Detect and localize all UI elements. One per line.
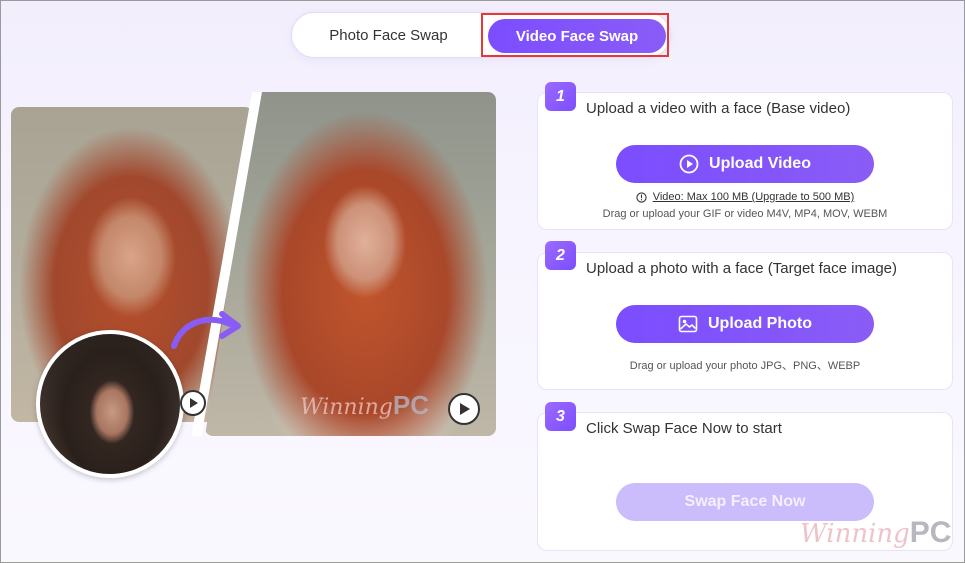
step-number-badge: 2: [545, 241, 576, 270]
info-circle-icon: [636, 191, 647, 203]
tab-video-face-swap[interactable]: Video Face Swap: [488, 19, 666, 53]
upload-video-label: Upload Video: [709, 155, 811, 172]
step-title: Upload a video with a face (Base video): [586, 100, 851, 117]
mode-tabs: Photo Face Swap Video Face Swap: [291, 12, 671, 58]
step-title: Click Swap Face Now to start: [586, 420, 782, 437]
upgrade-limit-link[interactable]: Video: Max 100 MB (Upgrade to 500 MB): [653, 191, 855, 203]
video-format-hint: Drag or upload your GIF or video M4V, MP…: [602, 208, 888, 220]
watermark: WinningPC: [300, 390, 430, 420]
upload-limit: Video: Max 100 MB (Upgrade to 500 MB): [537, 191, 953, 203]
step-number-badge: 3: [545, 402, 576, 431]
swap-face-now-label: Swap Face Now: [684, 493, 806, 510]
image-icon: [678, 315, 698, 333]
tab-photo-face-swap[interactable]: Photo Face Swap: [292, 13, 485, 57]
upload-photo-label: Upload Photo: [708, 315, 812, 332]
step-number-badge: 1: [545, 82, 576, 111]
play-icon: [448, 393, 480, 425]
target-face-thumbnail: [36, 330, 184, 478]
photo-format-hint: Drag or upload your photo JPG、PNG、WEBP: [629, 360, 861, 372]
swap-arrow-icon: [171, 311, 241, 349]
step-title: Upload a photo with a face (Target face …: [586, 260, 898, 277]
upload-video-button[interactable]: Upload Video: [616, 145, 874, 183]
play-circle-icon: [679, 154, 699, 174]
watermark: WinningPC: [800, 516, 952, 549]
play-icon: [180, 390, 206, 416]
upload-photo-button[interactable]: Upload Photo: [616, 305, 874, 343]
